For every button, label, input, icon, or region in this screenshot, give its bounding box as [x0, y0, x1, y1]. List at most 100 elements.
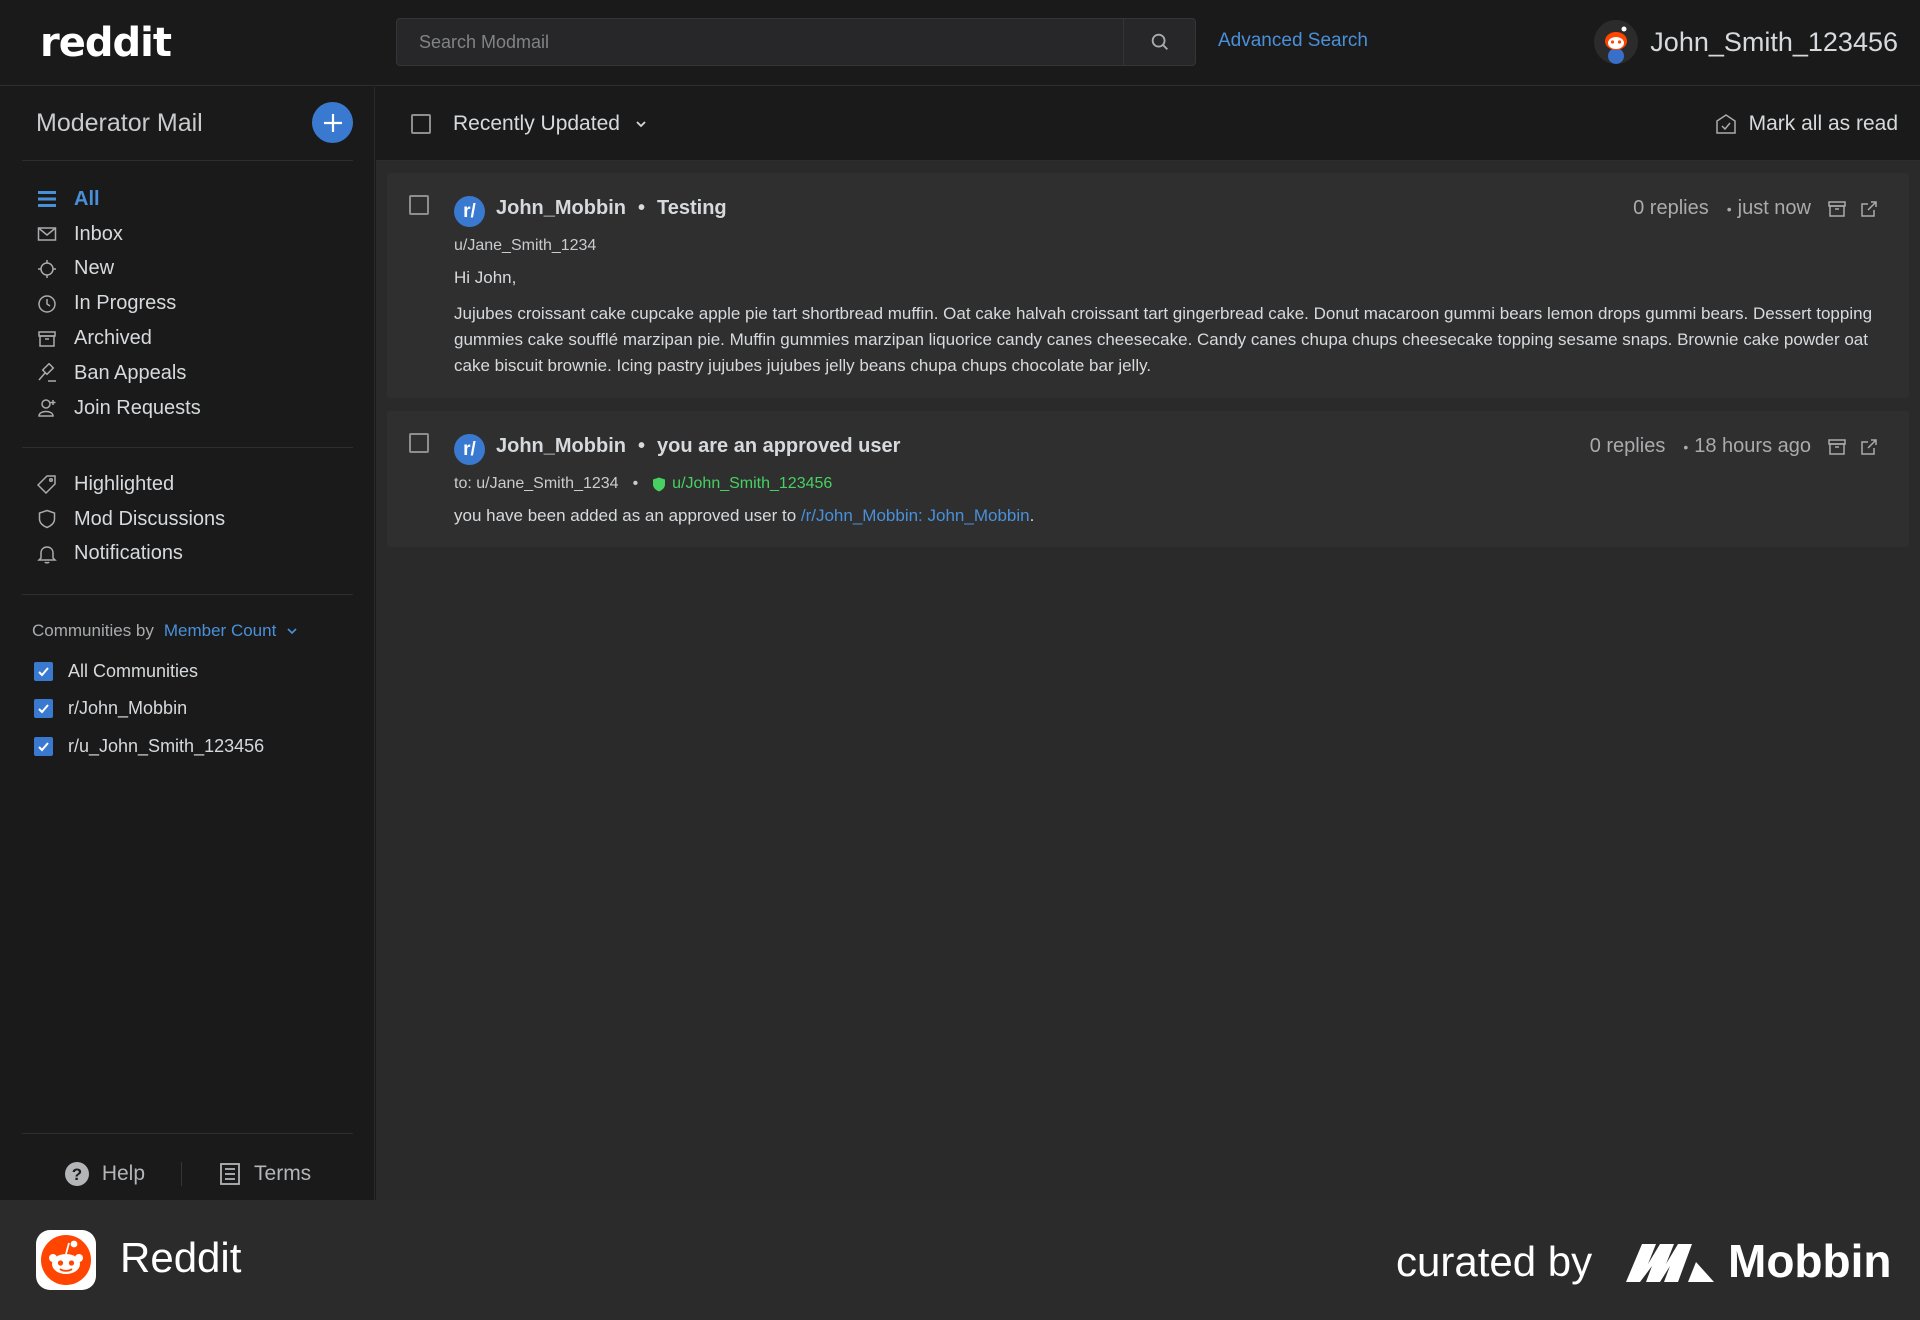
bell-icon [36, 543, 58, 565]
sidebar-item-join-requests[interactable]: Join Requests [36, 391, 201, 426]
sidebar-item-in-progress[interactable]: In Progress [36, 286, 201, 321]
checkbox-checked[interactable] [34, 699, 53, 719]
sidebar-item-notifications[interactable]: Notifications [36, 537, 225, 572]
community-avatar: r/ [454, 196, 485, 227]
sidebar-item-label: Inbox [74, 222, 123, 245]
sidebar-item-label: Highlighted [74, 472, 175, 495]
community-link[interactable]: /r/John_Mobbin: John_Mobbin [801, 506, 1030, 525]
recipient[interactable]: to: u/Jane_Smith_1234 [454, 475, 619, 493]
plus-icon [323, 113, 342, 132]
reddit-app-icon [36, 1230, 96, 1290]
body-text: . [1029, 506, 1035, 525]
divider [22, 447, 353, 448]
communities-by-label: Communities by [32, 621, 154, 640]
compose-button[interactable] [312, 102, 353, 143]
dot-separator: • [637, 197, 645, 219]
body-text: you have been added as an approved user … [454, 506, 801, 525]
sidebar-item-inbox[interactable]: Inbox [36, 217, 201, 252]
checkbox-checked[interactable] [34, 662, 53, 682]
mod-username: u/John_Smith_123456 [672, 475, 833, 492]
chevron-down-icon [636, 121, 646, 128]
thread-checkbox[interactable] [409, 195, 429, 215]
check-icon [38, 667, 49, 677]
archive-icon[interactable] [1827, 437, 1847, 457]
chevron-down-icon [287, 628, 297, 635]
divider [22, 1133, 353, 1134]
checkbox-checked[interactable] [34, 736, 53, 756]
reddit-logo[interactable]: reddit [40, 20, 172, 66]
help-label: Help [101, 1161, 146, 1185]
thread-subject: you are an approved user [657, 435, 901, 457]
community-list: All Communities r/John_Mobbin r/u_John_S… [34, 653, 264, 765]
reply-count: 0 replies [1633, 197, 1709, 219]
community-item[interactable]: r/John_Mobbin [34, 690, 264, 727]
mark-all-read-button[interactable]: Mark all as read [1715, 112, 1898, 136]
sidebar-item-mod-discussions[interactable]: Mod Discussions [36, 502, 225, 537]
dot-separator: • [632, 475, 639, 492]
top-bar: reddit Advanced Search John_Smith_123456 [0, 0, 1920, 86]
timestamp: just now [1737, 197, 1811, 219]
help-link[interactable]: ? Help [28, 1161, 181, 1187]
author[interactable]: u/Jane_Smith_1234 [454, 237, 596, 255]
shield-icon [36, 508, 58, 530]
search-input[interactable] [397, 19, 1123, 65]
sidebar-item-label: New [74, 257, 115, 280]
snoo-logo-icon [41, 1235, 91, 1285]
search-box [396, 18, 1196, 66]
select-all-checkbox[interactable] [411, 114, 431, 134]
app-name: Reddit [120, 1234, 242, 1281]
mobbin-logo: Mobbin [1626, 1234, 1892, 1288]
envelope-icon [36, 223, 58, 245]
timestamp: 18 hours ago [1694, 435, 1811, 457]
sidebar-item-label: Mod Discussions [74, 507, 226, 530]
community-name[interactable]: John_Mobbin [496, 197, 626, 220]
thread-item[interactable]: r/ John_Mobbin • you are an approved use… [387, 411, 1909, 547]
sidebar-item-ban-appeals[interactable]: Ban Appeals [36, 356, 201, 391]
participants: to: u/Jane_Smith_1234 • u/John_Smith_123… [454, 475, 832, 493]
check-icon [38, 704, 49, 714]
thread-list-panel: Recently Updated Mark all as read r/ Joh… [376, 87, 1920, 1200]
user-menu[interactable]: John_Smith_123456 [1594, 20, 1898, 64]
thread-item[interactable]: r/ John_Mobbin • Testing 0 replies • jus… [387, 173, 1909, 398]
sparkle-icon [36, 258, 58, 280]
community-avatar: r/ [454, 434, 485, 465]
community-name: All Communities [68, 661, 199, 682]
community-item[interactable]: r/u_John_Smith_123456 [34, 728, 264, 765]
list-icon [36, 188, 58, 210]
community-name[interactable]: John_Mobbin [496, 435, 626, 458]
dot-separator: • [637, 435, 645, 457]
community-name: r/u_John_Smith_123456 [68, 735, 265, 756]
thread-header: John_Mobbin • Testing [496, 197, 727, 220]
open-external-icon[interactable] [1859, 437, 1879, 457]
document-icon [220, 1162, 240, 1185]
member-count-dropdown[interactable]: Member Count [164, 621, 298, 641]
thread-actions [1827, 437, 1879, 457]
mod-user[interactable]: u/John_Smith_123456 [652, 475, 832, 493]
thread-checkbox[interactable] [409, 433, 429, 453]
archive-icon[interactable] [1827, 199, 1847, 219]
sort-dropdown[interactable]: Recently Updated [453, 112, 648, 136]
search-button[interactable] [1123, 19, 1195, 65]
sidebar-item-label: Join Requests [74, 396, 201, 419]
help-icon: ? [64, 1161, 89, 1186]
sidebar-item-all[interactable]: All [36, 182, 201, 217]
snoo-avatar-icon [1594, 20, 1639, 64]
list-header: Recently Updated Mark all as read [376, 87, 1920, 161]
community-item[interactable]: All Communities [34, 653, 264, 690]
sidebar-item-label: Notifications [74, 542, 183, 565]
sidebar-item-new[interactable]: New [36, 252, 201, 287]
mobbin-wordmark: Mobbin [1728, 1235, 1892, 1287]
sidebar-item-highlighted[interactable]: Highlighted [36, 467, 225, 502]
svg-text:?: ? [72, 1165, 82, 1184]
check-icon [38, 742, 49, 752]
open-external-icon[interactable] [1859, 199, 1879, 219]
terms-link[interactable]: Terms [182, 1162, 347, 1186]
thread-header: John_Mobbin • you are an approved user [496, 435, 900, 458]
mark-all-read-label: Mark all as read [1748, 112, 1898, 135]
sidebar-item-label: In Progress [74, 292, 177, 315]
advanced-search-link[interactable]: Advanced Search [1218, 30, 1368, 52]
tag-icon [36, 473, 58, 495]
sidebar-item-archived[interactable]: Archived [36, 321, 201, 356]
clock-icon [36, 293, 58, 315]
greeting: Hi John, [454, 268, 517, 287]
